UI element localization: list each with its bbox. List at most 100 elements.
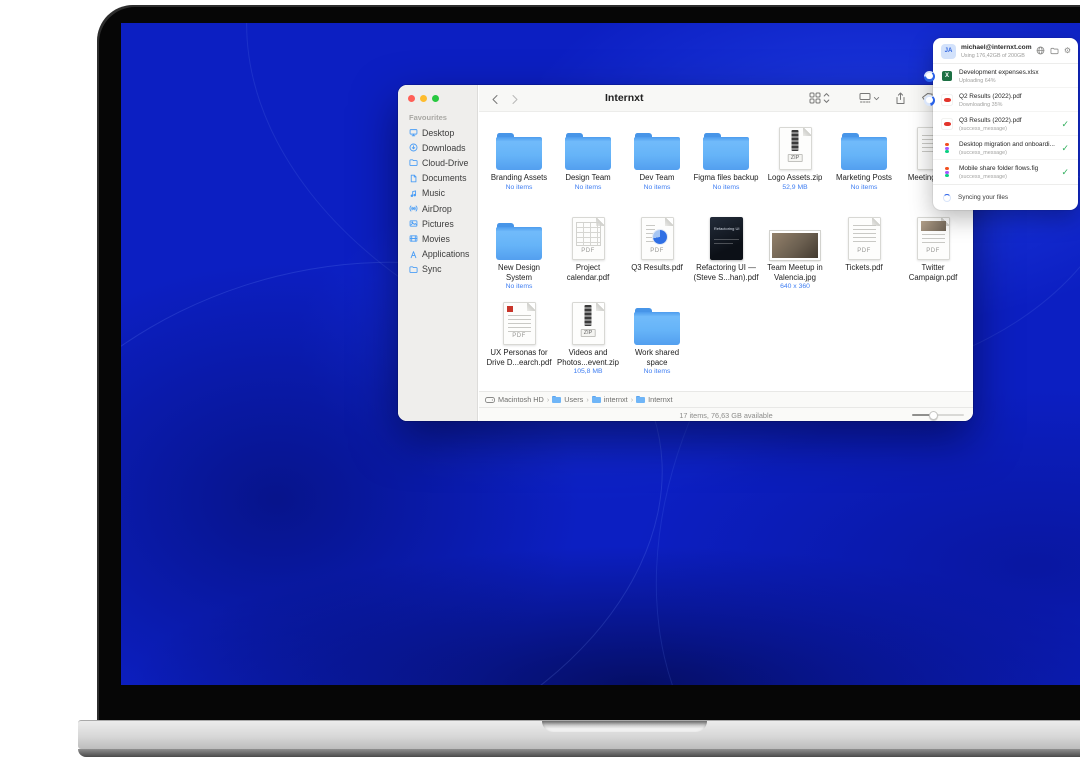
sidebar-item-pictures[interactable]: Pictures xyxy=(398,216,477,231)
mini-folder-icon xyxy=(636,396,645,403)
sync-folder-icon xyxy=(409,265,418,274)
zip-file-icon: ZIP xyxy=(779,127,812,170)
pdf-file-icon: PDF xyxy=(848,217,881,260)
folder-icon xyxy=(496,133,542,170)
sidebar-item-downloads[interactable]: Downloads xyxy=(398,140,477,155)
mini-folder-icon xyxy=(552,396,561,403)
music-icon xyxy=(409,189,418,198)
chevron-left-icon xyxy=(491,94,499,105)
document-icon xyxy=(409,174,418,183)
file-item[interactable]: PDF Twitter Campaign.pdf xyxy=(899,213,967,283)
pdf-chart-icon: PDF xyxy=(641,217,674,260)
finder-window: Favourites Desktop Downloads Cloud-Drive… xyxy=(398,85,973,421)
success-check-icon: ✓ xyxy=(1061,119,1069,129)
applications-icon xyxy=(409,250,418,259)
forward-button[interactable] xyxy=(508,92,522,106)
finder-sidebar: Favourites Desktop Downloads Cloud-Drive… xyxy=(398,85,478,421)
sidebar-item-documents[interactable]: Documents xyxy=(398,171,477,186)
success-check-icon: ✓ xyxy=(1061,143,1069,153)
storage-usage: Using 176,42GB of 200GB xyxy=(961,53,1025,59)
share-button[interactable] xyxy=(895,92,906,105)
path-segment[interactable]: internxt xyxy=(604,395,628,404)
close-button[interactable] xyxy=(408,95,415,102)
sort-chevrons-icon xyxy=(823,92,830,104)
success-check-icon: ✓ xyxy=(1061,167,1069,177)
sidebar-item-airdrop[interactable]: AirDrop xyxy=(398,201,477,216)
path-segment[interactable]: Internxt xyxy=(648,395,672,404)
figma-icon xyxy=(942,143,952,153)
sync-item[interactable]: Mobile share folder flows.fig (success_m… xyxy=(933,160,1078,184)
desktop-icon xyxy=(409,128,418,137)
hard-disk-icon xyxy=(485,396,495,404)
file-item[interactable]: Team Meetup in Valencia.jpg 640 x 360 xyxy=(761,213,829,290)
slider-knob[interactable] xyxy=(929,411,938,420)
folder-icon xyxy=(841,133,887,170)
sync-item[interactable]: X Development expenses.xlsx Uploading 64… xyxy=(933,64,1078,88)
path-segment[interactable]: Users xyxy=(564,395,583,404)
zip-file-icon: ZIP xyxy=(572,302,605,345)
sidebar-items: Desktop Downloads Cloud-Drive Documents … xyxy=(398,125,477,277)
globe-icon[interactable] xyxy=(1036,46,1045,55)
file-item[interactable]: Branding Assets No items xyxy=(485,123,553,191)
pdf-icon xyxy=(942,95,952,105)
pdf-personas-icon: PDF xyxy=(503,302,536,345)
avatar: JA xyxy=(941,44,956,59)
view-toggle-button[interactable] xyxy=(809,92,830,104)
file-item[interactable]: Design Team No items xyxy=(554,123,622,191)
photo-thumbnail-icon xyxy=(770,231,820,260)
group-button[interactable] xyxy=(859,92,880,104)
file-item[interactable]: ZIP Logo Assets.zip 52,9 MB xyxy=(761,123,829,191)
file-item[interactable]: New Design System No items xyxy=(485,213,553,290)
file-item[interactable]: Work shared space No items xyxy=(623,298,691,375)
chevron-down-icon xyxy=(873,95,880,102)
folder-icon xyxy=(703,133,749,170)
sidebar-item-sync[interactable]: Sync xyxy=(398,262,477,277)
sidebar-item-desktop[interactable]: Desktop xyxy=(398,125,477,140)
share-icon xyxy=(895,92,906,105)
file-item[interactable]: Figma files backup No items xyxy=(692,123,760,191)
minimize-button[interactable] xyxy=(420,95,427,102)
path-segment[interactable]: Macintosh HD xyxy=(498,395,544,404)
folder-icon xyxy=(409,158,418,167)
file-item[interactable]: Dev Team No items xyxy=(623,123,691,191)
file-item[interactable]: PDF UX Personas for Drive D...earch.pdf xyxy=(485,298,553,368)
laptop-base xyxy=(78,720,1080,749)
sidebar-item-cloud-drive[interactable]: Cloud-Drive xyxy=(398,155,477,170)
sidebar-item-applications[interactable]: Applications xyxy=(398,247,477,262)
sync-item[interactable]: Q3 Results (2022).pdf (success_message) … xyxy=(933,112,1078,136)
upload-progress-ring xyxy=(924,71,935,82)
sidebar-item-movies[interactable]: Movies xyxy=(398,231,477,246)
book-cover-icon: Refactoring UI xyxy=(710,217,743,260)
sidebar-section-label: Favourites xyxy=(409,113,447,122)
folder-icon xyxy=(634,133,680,170)
airdrop-icon xyxy=(409,204,418,213)
icon-size-slider[interactable] xyxy=(912,414,964,416)
window-title: Internxt xyxy=(605,92,644,104)
file-item[interactable]: PDF Q3 Results.pdf xyxy=(623,213,691,274)
popup-header: JA michael@internxt.com Using 176,42GB o… xyxy=(933,38,1078,64)
popup-footer: Syncing your files xyxy=(933,184,1078,210)
figma-icon xyxy=(942,167,952,177)
sync-spinner-icon xyxy=(943,194,951,202)
sidebar-item-music[interactable]: Music xyxy=(398,186,477,201)
file-item[interactable]: PDF Project calendar.pdf xyxy=(554,213,622,283)
download-progress-ring xyxy=(924,95,935,106)
zoom-button[interactable] xyxy=(432,95,439,102)
folder-icon xyxy=(565,133,611,170)
gear-icon[interactable]: ⚙ xyxy=(1064,47,1071,55)
pdf-calendar-icon: PDF xyxy=(572,217,605,260)
file-item[interactable]: ZIP Videos and Photos...event.zip 105,8 … xyxy=(554,298,622,375)
chevron-right-icon xyxy=(511,94,519,105)
status-bar: 17 items, 76,63 GB available xyxy=(479,407,973,421)
internxt-sync-popup: JA michael@internxt.com Using 176,42GB o… xyxy=(933,38,1078,210)
sync-item[interactable]: Q2 Results (2022).pdf Downloading 35% xyxy=(933,88,1078,112)
open-folder-icon[interactable] xyxy=(1050,47,1059,55)
file-item[interactable]: Marketing Posts No items xyxy=(830,123,898,191)
movies-icon xyxy=(409,234,418,243)
back-button[interactable] xyxy=(488,92,502,106)
finder-toolbar: Internxt xyxy=(479,85,973,112)
file-item[interactable]: PDF Tickets.pdf xyxy=(830,213,898,274)
sync-item[interactable]: Desktop migration and onboardi... (succe… xyxy=(933,136,1078,160)
pdf-icon xyxy=(942,119,952,129)
file-item[interactable]: Refactoring UI Refactoring UI — (Steve S… xyxy=(692,213,760,283)
